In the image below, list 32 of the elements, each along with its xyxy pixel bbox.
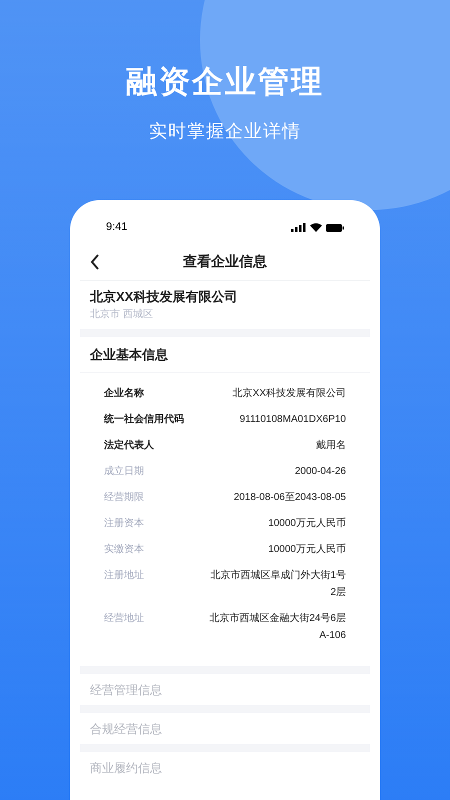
wifi-icon xyxy=(310,223,322,232)
field-value: 戴用名 xyxy=(316,438,346,453)
signal-icon xyxy=(291,223,306,232)
page-title: 查看企业信息 xyxy=(183,252,267,271)
headline: 融资企业管理 xyxy=(126,63,324,101)
battery-icon xyxy=(326,224,344,232)
field-label: 注册资本 xyxy=(104,516,144,531)
field-label: 经营期限 xyxy=(104,490,144,505)
field-value: 91110108MA01DX6P10 xyxy=(240,413,346,427)
field-value: 2018-08-06至2043-08-05 xyxy=(234,491,346,505)
field-value: 2000-04-26 xyxy=(294,465,346,479)
subheadline: 实时掌握企业详情 xyxy=(149,120,301,143)
field-label: 经营地址 xyxy=(104,612,144,626)
field-label: 统一社会信用代码 xyxy=(104,412,184,427)
field-value: 10000万元人民币 xyxy=(268,542,346,557)
back-icon[interactable] xyxy=(90,254,100,270)
field-label: 注册地址 xyxy=(104,568,144,583)
status-time: 9:41 xyxy=(106,220,128,236)
section-title: 企业基本信息 xyxy=(90,346,168,364)
field-value: 北京市西城区金融大街24号6层 A-106 xyxy=(209,612,346,643)
section-link[interactable]: 经营管理信息 xyxy=(90,680,162,698)
section-link[interactable]: 合规经营信息 xyxy=(90,720,162,738)
field-label: 企业名称 xyxy=(104,386,144,401)
field-label: 成立日期 xyxy=(104,464,144,479)
company-district: 北京市 西城区 xyxy=(90,308,154,322)
field-label: 法定代表人 xyxy=(104,438,154,453)
field-value: 北京XX科技发展有限公司 xyxy=(232,386,346,401)
field-value: 10000万元人民币 xyxy=(268,516,346,531)
section-link[interactable]: 商业履约信息 xyxy=(90,758,162,776)
field-label: 实缴资本 xyxy=(104,542,144,557)
company-name: 北京XX科技发展有限公司 xyxy=(90,288,238,306)
field-value: 北京市西城区阜成门外大街1号 2层 xyxy=(210,568,346,600)
